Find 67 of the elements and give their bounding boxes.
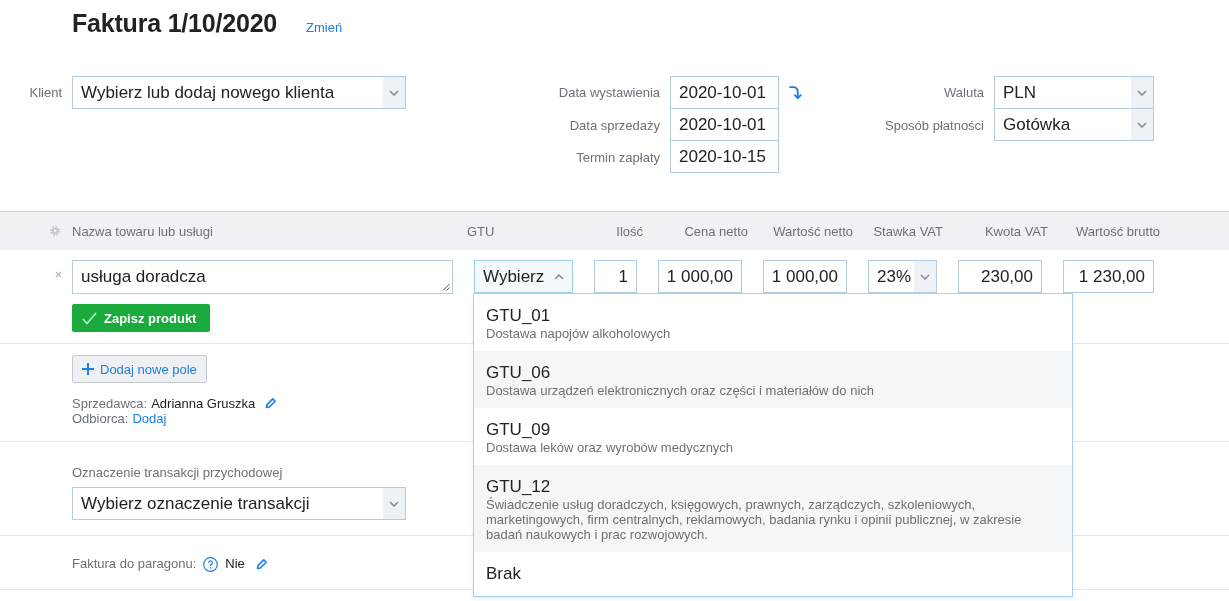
currency-label: Waluta [944, 85, 984, 100]
option-description: Dostawa leków oraz wyrobów medycznych [486, 440, 735, 455]
recipient-label: Odbiorca: [72, 411, 129, 426]
option-code: GTU_06 [486, 363, 552, 383]
net-value-field[interactable]: 1 000,00 [763, 260, 847, 293]
option-code: GTU_09 [486, 420, 552, 440]
payment-method-label: Sposób płatności [885, 117, 984, 133]
gross-value-field[interactable]: 1 230,00 [1063, 260, 1154, 293]
option-description: Dostawa napojów alkoholowych [486, 326, 672, 341]
add-recipient-link[interactable]: Dodaj [132, 411, 167, 426]
column-header: GTU [467, 223, 495, 239]
receipt-invoice-label: Faktura do paragonu: [72, 555, 197, 573]
column-header: Stawka VAT [873, 223, 943, 239]
invoice-title: Faktura 1/10/2020 [72, 8, 278, 39]
option-code: GTU_12 [486, 477, 552, 497]
chevron-down-icon[interactable] [383, 488, 405, 519]
seller-label: Sprzedawca: [72, 396, 148, 411]
chevron-down-icon[interactable] [1131, 77, 1153, 108]
chevron-down-icon[interactable] [383, 77, 405, 108]
chevron-up-icon[interactable] [554, 273, 564, 280]
chevron-down-icon[interactable] [914, 261, 936, 292]
client-label: Klient [29, 85, 62, 100]
receipt-invoice-value: Nie [225, 555, 245, 573]
column-header: Cena netto [684, 223, 748, 239]
pencil-icon[interactable] [255, 558, 267, 570]
dropdown-option[interactable]: Brak [474, 552, 1072, 596]
transaction-mark-label: Oznaczenie transakcji przychodowej [72, 465, 283, 481]
net-price-field[interactable]: 1 000,00 [658, 260, 742, 293]
date-field[interactable]: 2020-10-01 [670, 108, 779, 141]
quantity-field[interactable]: 1 [594, 260, 637, 293]
date-field[interactable]: 2020-10-15 [670, 140, 779, 173]
transaction-mark-select[interactable]: Wybierz oznaczenie transakcji [72, 487, 406, 520]
dropdown-option[interactable]: GTU_06 Dostawa urządzeń elektronicznych oraz części i materiałów do nich [474, 351, 1072, 408]
currency-select[interactable]: PLN [994, 76, 1154, 109]
vat-amount-field[interactable]: 230,00 [958, 260, 1042, 293]
check-icon [82, 311, 97, 325]
client-select[interactable]: Wybierz lub dodaj nowego klienta [72, 76, 406, 109]
plus-icon [82, 363, 94, 375]
gtu-select[interactable]: Wybierz [474, 260, 573, 293]
dropdown-option[interactable] [474, 465, 1072, 552]
date-label: Data wystawienia [558, 85, 660, 100]
change-link[interactable]: Zmień [306, 20, 343, 35]
column-header: Nazwa towaru lub usługi [72, 223, 213, 239]
dropdown-option[interactable]: GTU_01 Dostawa napojów alkoholowych [474, 294, 1072, 351]
column-header: Wartość brutto [1075, 223, 1160, 239]
option-code: GTU_01 [486, 306, 552, 326]
help-icon[interactable] [203, 556, 219, 572]
pencil-icon[interactable] [265, 398, 277, 409]
vat-rate-select[interactable]: 23% [868, 260, 937, 293]
payment-method-select[interactable]: Gotówka [994, 108, 1154, 141]
column-header: Kwota VAT [984, 223, 1048, 239]
date-label: Termin zapłaty [576, 149, 660, 165]
column-header: Wartość netto [773, 223, 853, 239]
option-code: Brak [486, 564, 522, 584]
chevron-down-icon[interactable] [1131, 109, 1153, 140]
close-icon[interactable] [55, 271, 62, 278]
date-field[interactable]: 2020-10-01 [670, 76, 779, 109]
dropdown-option[interactable]: GTU_09 Dostawa leków oraz wyrobów medycznych [474, 408, 1072, 465]
option-description: Dostawa urządzeń elektronicznych oraz części i materiałów do nich [486, 383, 875, 398]
curved-arrow-icon[interactable] [789, 85, 802, 100]
add-field-button[interactable]: Dodaj nowe pole [72, 355, 207, 383]
resize-grip-icon[interactable] [442, 283, 450, 291]
option-description: Świadczenie usług doradczych, księgowych, prawnych, zarządczych, szkoleniowych, marketingowych, firm centralnych, reklamowych, badania rynku i opinii publicznej, w zakresie badań naukowych i prac rozwojowych. [486, 497, 1023, 542]
seller-name: Adrianna Gruszka [151, 396, 256, 411]
product-name-field[interactable]: usługa doradcza [72, 260, 453, 294]
date-label: Data sprzedaży [569, 117, 660, 133]
column-header: Ilość [616, 223, 643, 239]
